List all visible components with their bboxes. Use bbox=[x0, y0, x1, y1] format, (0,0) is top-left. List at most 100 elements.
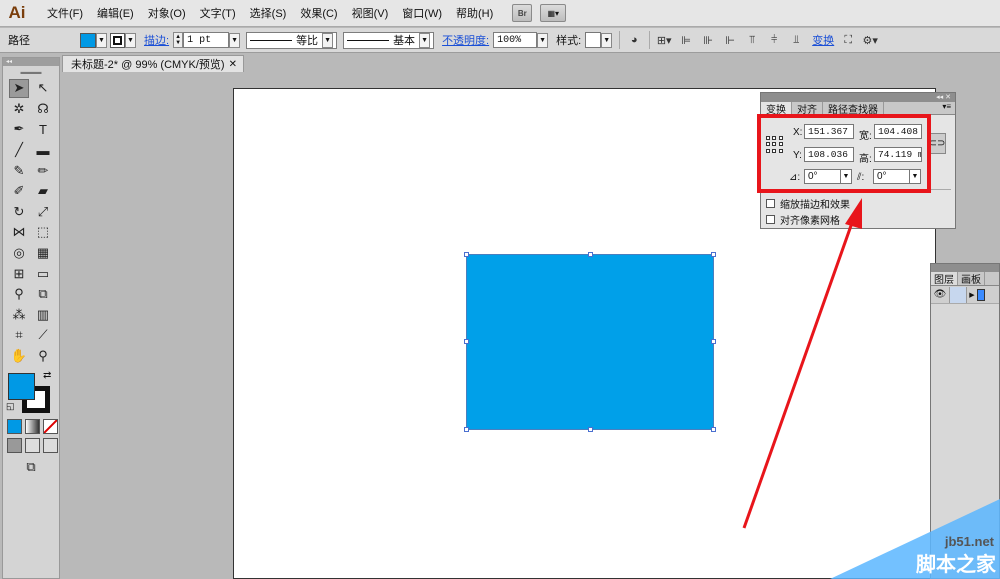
align-hcenter-icon[interactable]: ⊪ bbox=[700, 32, 716, 48]
blob-brush-tool-icon[interactable]: ✐ bbox=[9, 182, 29, 201]
handle-middle-right[interactable] bbox=[711, 339, 716, 344]
shape-builder-tool-icon[interactable]: ◎ bbox=[9, 244, 29, 263]
recolor-icon[interactable]: ◕ bbox=[626, 32, 642, 48]
pen-tool-icon[interactable]: ✒ bbox=[9, 120, 29, 139]
direct-selection-tool-icon[interactable]: ↖ bbox=[33, 79, 53, 98]
line-tool-icon[interactable]: ╱ bbox=[9, 141, 29, 160]
arrange-documents-button[interactable]: ▦▾ bbox=[540, 4, 567, 22]
scale-strokes-checkbox[interactable]: 缩放描边和效果 bbox=[766, 196, 850, 211]
document-tab[interactable]: 未标题-2* @ 99% (CMYK/预览) ✕ bbox=[62, 55, 244, 72]
gradient-mode-button[interactable] bbox=[25, 419, 40, 435]
menu-select[interactable]: 选择(S) bbox=[243, 5, 294, 21]
align-to-icon[interactable]: ⊞▾ bbox=[656, 32, 672, 48]
variable-width-profile[interactable]: 等比 ▼ bbox=[246, 31, 338, 49]
zoom-tool-icon[interactable]: ⚲ bbox=[33, 347, 53, 366]
stroke-weight-stepper[interactable]: ▲ ▼ bbox=[173, 32, 184, 48]
style-dropdown[interactable]: ▼ bbox=[601, 32, 613, 48]
lasso-tool-icon[interactable]: ☊ bbox=[33, 99, 53, 118]
fill-color-box[interactable] bbox=[8, 373, 35, 401]
graphic-style-swatch[interactable] bbox=[585, 32, 602, 48]
constrain-proportions-icon[interactable]: ⊂⊃ bbox=[928, 133, 946, 154]
stroke-weight-dropdown[interactable]: ▼ bbox=[229, 32, 241, 48]
align-vcenter-icon[interactable]: ⫩ bbox=[766, 32, 782, 48]
x-field[interactable]: 151.367 bbox=[804, 124, 854, 139]
hand-tool-icon[interactable]: ✋ bbox=[9, 347, 29, 366]
menu-effect[interactable]: 效果(C) bbox=[293, 5, 344, 21]
slice-tool-icon[interactable]: ⟋ bbox=[33, 326, 53, 345]
opacity-link[interactable]: 不透明度: bbox=[442, 32, 489, 48]
tab-layers[interactable]: 图层 bbox=[931, 272, 958, 286]
draw-normal-button[interactable] bbox=[7, 438, 22, 454]
transform-link[interactable]: 变换 bbox=[812, 32, 834, 48]
type-tool-icon[interactable]: T bbox=[33, 120, 53, 139]
stroke-dropdown[interactable]: ▼ bbox=[125, 32, 136, 48]
panel-grip[interactable]: ▬▬▬ bbox=[3, 66, 59, 78]
bridge-button[interactable]: Br bbox=[512, 4, 533, 22]
lock-toggle[interactable] bbox=[949, 286, 967, 303]
draw-inside-button[interactable] bbox=[43, 438, 58, 454]
handle-top-center[interactable] bbox=[588, 252, 593, 257]
menu-help[interactable]: 帮助(H) bbox=[449, 5, 500, 21]
menu-edit[interactable]: 编辑(E) bbox=[90, 5, 141, 21]
rotate-dropdown[interactable]: 0° ▼ bbox=[804, 169, 852, 184]
opacity-field[interactable]: 100% bbox=[493, 32, 538, 48]
handle-bottom-center[interactable] bbox=[588, 427, 593, 432]
panel-collapse-icon[interactable]: ◂◂ bbox=[3, 58, 59, 66]
stroke-link[interactable]: 描边: bbox=[144, 32, 169, 48]
mesh-tool-icon[interactable]: ⊞ bbox=[9, 264, 29, 283]
tab-pathfinder[interactable]: 路径查找器 bbox=[823, 102, 884, 116]
menu-type[interactable]: 文字(T) bbox=[193, 5, 243, 21]
menu-file[interactable]: 文件(F) bbox=[40, 5, 90, 21]
shear-dropdown[interactable]: 0° ▼ bbox=[873, 169, 921, 184]
stroke-swatch[interactable] bbox=[110, 32, 125, 48]
pencil-tool-icon[interactable]: ✏ bbox=[33, 161, 53, 180]
none-mode-button[interactable] bbox=[43, 419, 58, 435]
handle-bottom-right[interactable] bbox=[711, 427, 716, 432]
rectangle-tool-icon[interactable]: ▬ bbox=[33, 141, 53, 160]
align-pixel-grid-checkbox[interactable]: 对齐像素网格 bbox=[766, 212, 840, 227]
blend-tool-icon[interactable]: ⧉ bbox=[33, 285, 53, 304]
artboard-tool-icon[interactable]: ⌗ bbox=[9, 326, 29, 345]
width-field[interactable]: 104.408 bbox=[874, 124, 922, 139]
selection-tool-icon[interactable]: ➤ bbox=[9, 78, 29, 98]
reference-point-grid[interactable] bbox=[766, 136, 783, 153]
swap-fill-stroke-icon[interactable]: ⇄ bbox=[43, 370, 51, 381]
layer-row[interactable]: 👁 ▶ bbox=[931, 286, 999, 304]
menu-object[interactable]: 对象(O) bbox=[141, 5, 193, 21]
rotate-tool-icon[interactable]: ↻ bbox=[9, 202, 29, 221]
align-top-icon[interactable]: ⫪ bbox=[744, 32, 760, 48]
fill-dropdown[interactable]: ▼ bbox=[96, 32, 107, 48]
gradient-tool-icon[interactable]: ▭ bbox=[33, 264, 53, 283]
tab-align[interactable]: 对齐 bbox=[792, 102, 823, 116]
scale-tool-icon[interactable]: ⤢ bbox=[33, 202, 53, 221]
screen-mode-icon[interactable]: ⧉ bbox=[21, 457, 41, 476]
opacity-dropdown[interactable]: ▼ bbox=[537, 32, 549, 48]
draw-behind-button[interactable] bbox=[25, 438, 40, 454]
column-graph-tool-icon[interactable]: ▥ bbox=[33, 305, 53, 324]
fill-swatch[interactable] bbox=[80, 32, 96, 48]
default-colors-icon[interactable]: ◱ bbox=[6, 401, 15, 412]
free-transform-tool-icon[interactable]: ⬚ bbox=[33, 223, 53, 242]
tab-transform[interactable]: 变换 bbox=[761, 102, 792, 116]
tab-artboards[interactable]: 画板 bbox=[958, 272, 985, 286]
close-icon[interactable]: ✕ bbox=[229, 59, 237, 70]
align-bottom-icon[interactable]: ⫫ bbox=[788, 32, 804, 48]
handle-middle-left[interactable] bbox=[464, 339, 469, 344]
handle-top-right[interactable] bbox=[711, 252, 716, 257]
panel-menu-icon[interactable]: ⚙▾ bbox=[862, 32, 878, 48]
isolate-icon[interactable]: ⛶ bbox=[840, 32, 856, 48]
menu-window[interactable]: 窗口(W) bbox=[395, 5, 449, 21]
panel-menu-icon[interactable]: ▾≡ bbox=[942, 102, 955, 114]
stroke-weight-field[interactable]: 1 pt bbox=[183, 32, 230, 48]
color-mode-button[interactable] bbox=[7, 419, 22, 435]
symbol-sprayer-tool-icon[interactable]: ⁂ bbox=[9, 305, 29, 324]
align-left-icon[interactable]: ⊫ bbox=[678, 32, 694, 48]
handle-bottom-left[interactable] bbox=[464, 427, 469, 432]
width-tool-icon[interactable]: ⋈ bbox=[9, 223, 29, 242]
selected-rectangle[interactable] bbox=[466, 254, 714, 430]
y-field[interactable]: 108.036 bbox=[804, 147, 854, 162]
align-right-icon[interactable]: ⊩ bbox=[722, 32, 738, 48]
paintbrush-tool-icon[interactable]: ✎ bbox=[9, 161, 29, 180]
eraser-tool-icon[interactable]: ▰ bbox=[33, 182, 53, 201]
menu-view[interactable]: 视图(V) bbox=[345, 5, 396, 21]
